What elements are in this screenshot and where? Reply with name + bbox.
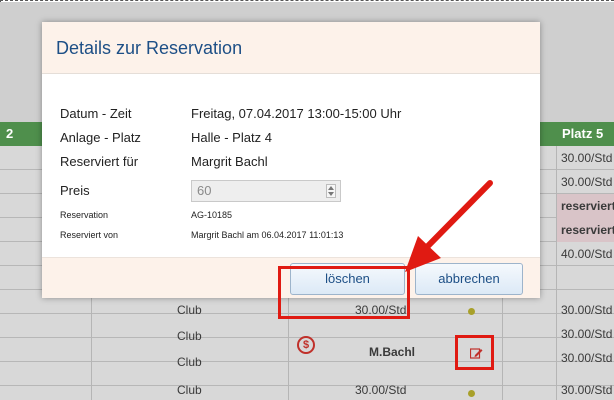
annotation-arrow-icon bbox=[405, 180, 493, 272]
